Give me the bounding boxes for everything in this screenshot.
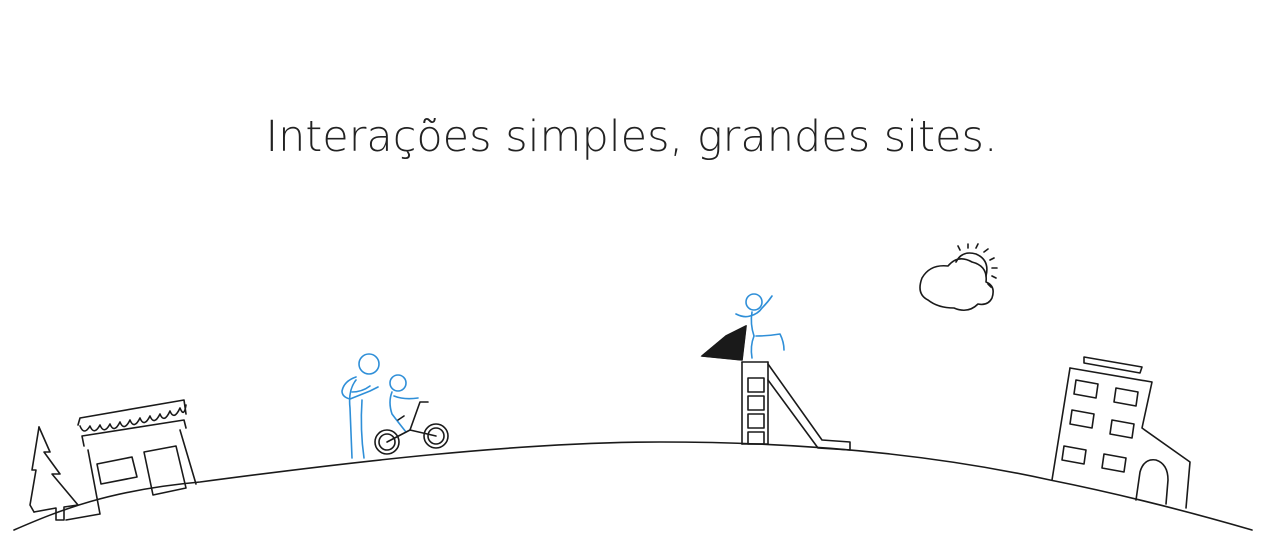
cloud-sun-icon: [919, 243, 998, 312]
shop-icon: [65, 399, 197, 521]
parent-child-bike-icon: [341, 353, 449, 459]
slide-icon: [700, 293, 851, 451]
tree-icon: [29, 426, 79, 521]
hill-line: [13, 441, 1253, 531]
town-illustration: [13, 243, 1253, 531]
